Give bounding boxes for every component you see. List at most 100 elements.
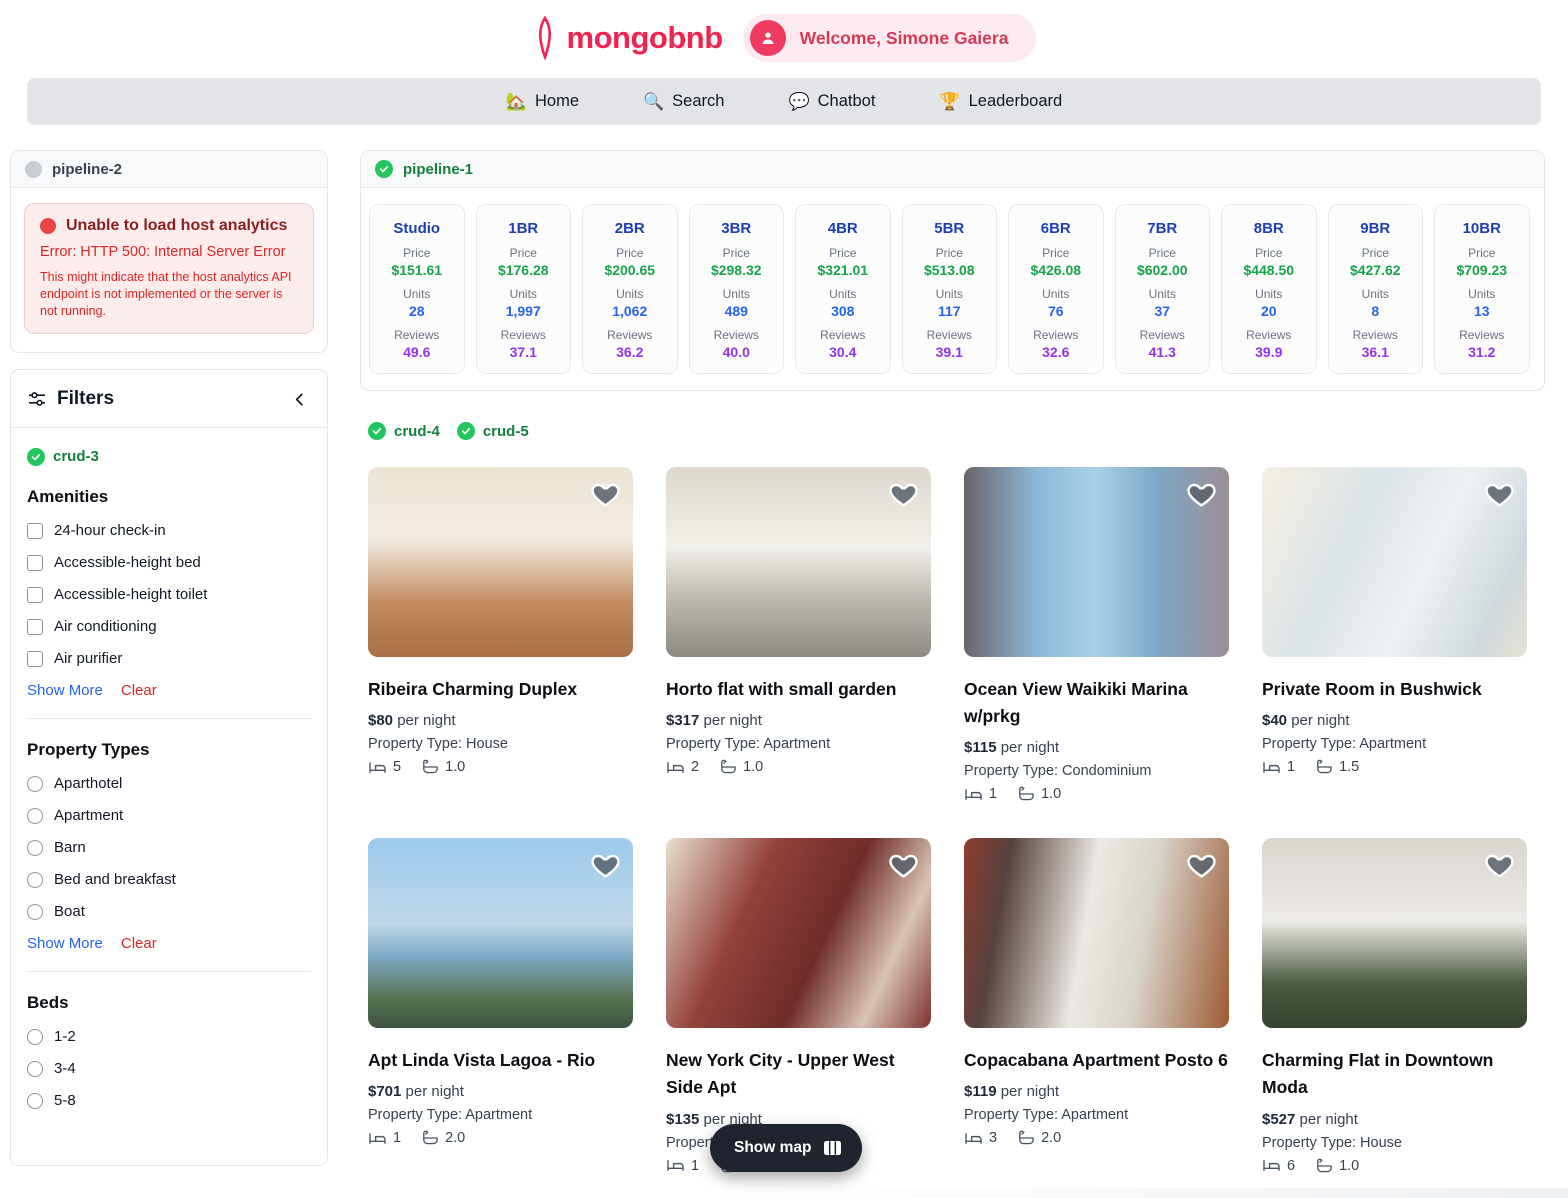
property-type-label: Aparthotel <box>54 775 122 792</box>
beds-option[interactable]: 5-8 <box>27 1085 311 1117</box>
amenity-option[interactable]: 24-hour check-in <box>27 515 311 547</box>
check-circle-icon <box>457 422 475 440</box>
favorite-heart-icon[interactable] <box>1186 479 1217 508</box>
property-type-option[interactable]: Bed and breakfast <box>27 864 311 896</box>
radio[interactable] <box>27 776 43 792</box>
listing-price-line: $115 per night <box>964 739 1229 756</box>
reviews-label: Reviews <box>1333 328 1419 342</box>
checkbox[interactable] <box>27 555 43 571</box>
listing-meta: 1 1.0 <box>964 786 1229 802</box>
radio[interactable] <box>27 808 43 824</box>
listing-title[interactable]: Ribeira Charming Duplex <box>368 676 633 703</box>
property-type-option[interactable]: Apartment <box>27 800 311 832</box>
units-value: 20 <box>1226 303 1312 319</box>
bedroom-stat-card: 2BR Price $200.65 Units 1,062 Reviews 36… <box>582 204 678 374</box>
listing-card[interactable]: Copacabana Apartment Posto 6 $119 per ni… <box>964 838 1229 1173</box>
listing-title[interactable]: Charming Flat in Downtown Moda <box>1262 1047 1527 1101</box>
reviews-value: 36.1 <box>1333 344 1419 360</box>
radio[interactable] <box>27 840 43 856</box>
beds-label: 3-4 <box>54 1060 76 1077</box>
checkbox[interactable] <box>27 651 43 667</box>
listing-photo[interactable] <box>1262 838 1527 1028</box>
error-dot-icon <box>40 218 56 234</box>
property-types-show-more-link[interactable]: Show More <box>27 935 103 952</box>
listing-photo[interactable] <box>666 838 931 1028</box>
favorite-heart-icon[interactable] <box>590 850 621 879</box>
property-type-option[interactable]: Boat <box>27 896 311 928</box>
amenity-option[interactable]: Air purifier <box>27 643 311 675</box>
listing-photo[interactable] <box>368 467 633 657</box>
listing-price-line: $119 per night <box>964 1083 1229 1100</box>
nav-item[interactable]: 🔍 Search <box>643 92 724 112</box>
listing-title[interactable]: Apt Linda Vista Lagoa - Rio <box>368 1047 633 1074</box>
radio[interactable] <box>27 1093 43 1109</box>
property-type-label: Barn <box>54 839 86 856</box>
show-map-button[interactable]: Show map <box>710 1124 862 1172</box>
nav-item[interactable]: 🏆 Leaderboard <box>939 92 1062 112</box>
listing-meta: 2 1.0 <box>666 759 931 775</box>
amenity-option[interactable]: Accessible-height bed <box>27 547 311 579</box>
price-label: Price <box>374 246 460 260</box>
radio[interactable] <box>27 904 43 920</box>
listing-title[interactable]: Private Room in Bushwick <box>1262 676 1527 703</box>
error-alert: Unable to load host analytics Error: HTT… <box>24 203 314 334</box>
nav-item[interactable]: 🏡 Home <box>506 92 579 112</box>
units-label: Units <box>481 287 567 301</box>
listing-title[interactable]: New York City - Upper West Side Apt <box>666 1047 931 1101</box>
radio[interactable] <box>27 1029 43 1045</box>
listing-title[interactable]: Horto flat with small garden <box>666 676 931 703</box>
bedroom-stat-card: 3BR Price $298.32 Units 489 Reviews 40.0 <box>689 204 785 374</box>
nav-item[interactable]: 💬 Chatbot <box>788 92 875 112</box>
listing-card[interactable]: Private Room in Bushwick $40 per night P… <box>1262 467 1527 802</box>
nav-item-label: Chatbot <box>818 92 876 111</box>
listing-photo[interactable] <box>368 838 633 1028</box>
units-value: 1,062 <box>587 303 673 319</box>
listing-photo[interactable] <box>964 838 1229 1028</box>
beds-option[interactable]: 3-4 <box>27 1053 311 1085</box>
collapse-sidebar-button[interactable] <box>288 388 311 411</box>
listing-photo[interactable] <box>1262 467 1527 657</box>
nav-item-label: Home <box>535 92 579 111</box>
amenities-clear-link[interactable]: Clear <box>121 682 157 699</box>
radio[interactable] <box>27 1061 43 1077</box>
filters-title: Filters <box>57 388 278 410</box>
favorite-heart-icon[interactable] <box>1484 479 1515 508</box>
listing-card[interactable]: Ribeira Charming Duplex $80 per night Pr… <box>368 467 633 802</box>
listing-title[interactable]: Ocean View Waikiki Marina w/prkg <box>964 676 1229 730</box>
favorite-heart-icon[interactable] <box>1484 850 1515 879</box>
price-per-night: $317 <box>666 712 699 729</box>
listing-card[interactable]: Apt Linda Vista Lagoa - Rio $701 per nig… <box>368 838 633 1173</box>
bath-icon <box>1315 1158 1333 1174</box>
listing-title[interactable]: Copacabana Apartment Posto 6 <box>964 1047 1229 1074</box>
app-logo: mongobnb <box>532 16 723 60</box>
amenities-show-more-link[interactable]: Show More <box>27 682 103 699</box>
favorite-heart-icon[interactable] <box>888 479 919 508</box>
listing-price-line: $40 per night <box>1262 712 1527 729</box>
listing-photo[interactable] <box>666 467 931 657</box>
pipeline-1-header: pipeline-1 <box>361 151 1544 188</box>
listing-photo[interactable] <box>964 467 1229 657</box>
listing-card[interactable]: Horto flat with small garden $317 per ni… <box>666 467 931 802</box>
checkbox[interactable] <box>27 587 43 603</box>
property-type-option[interactable]: Aparthotel <box>27 768 311 800</box>
baths-count: 1.5 <box>1339 759 1359 775</box>
listing-card[interactable]: Ocean View Waikiki Marina w/prkg $115 pe… <box>964 467 1229 802</box>
listing-meta: 3 2.0 <box>964 1130 1229 1146</box>
listing-card[interactable]: Charming Flat in Downtown Moda $527 per … <box>1262 838 1527 1173</box>
bedroom-type-label: 8BR <box>1226 220 1312 237</box>
favorite-heart-icon[interactable] <box>1186 850 1217 879</box>
favorite-heart-icon[interactable] <box>888 850 919 879</box>
radio[interactable] <box>27 872 43 888</box>
checkbox[interactable] <box>27 619 43 635</box>
price-per-night: $40 <box>1262 712 1287 729</box>
property-type-option[interactable]: Barn <box>27 832 311 864</box>
favorite-heart-icon[interactable] <box>590 479 621 508</box>
property-types-clear-link[interactable]: Clear <box>121 935 157 952</box>
checkbox[interactable] <box>27 523 43 539</box>
bed-icon <box>368 1131 387 1146</box>
amenity-option[interactable]: Accessible-height toilet <box>27 579 311 611</box>
reviews-value: 31.2 <box>1439 344 1525 360</box>
baths-count: 1.0 <box>1339 1158 1359 1174</box>
beds-option[interactable]: 1-2 <box>27 1021 311 1053</box>
amenity-option[interactable]: Air conditioning <box>27 611 311 643</box>
